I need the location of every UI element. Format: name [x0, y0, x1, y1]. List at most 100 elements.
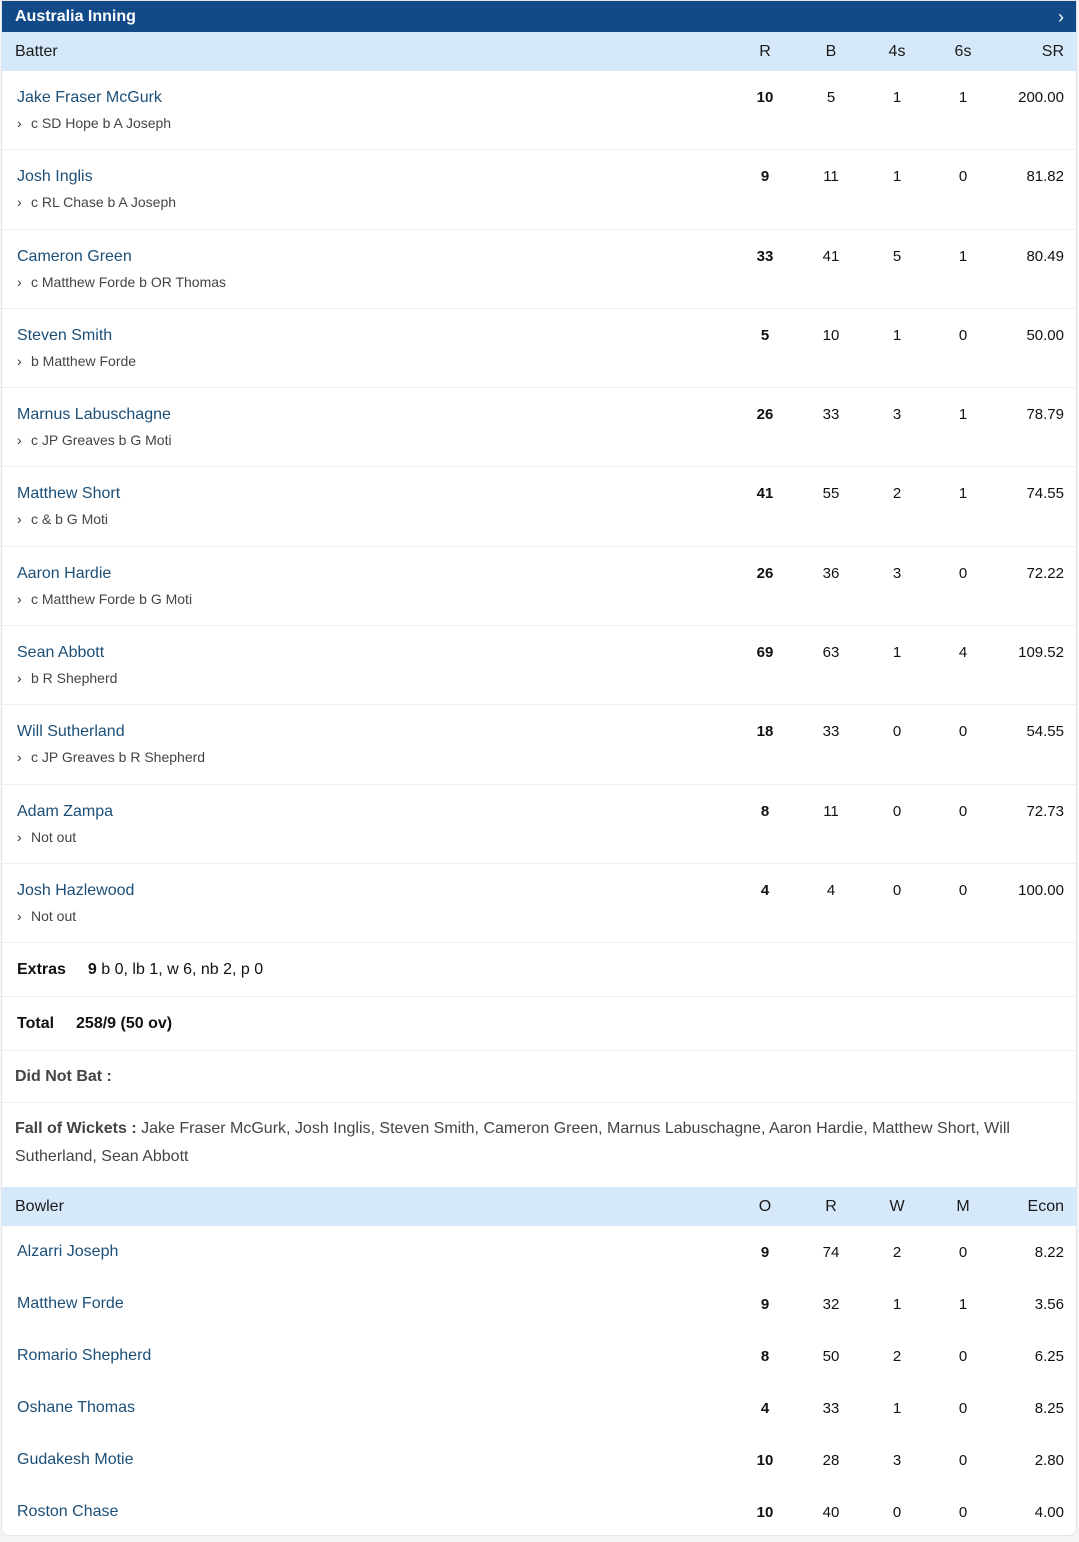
batter-runs: 10	[756, 89, 774, 106]
batter-name-link[interactable]: Steven Smith	[17, 326, 732, 346]
dismissal-toggle[interactable]: › Not out	[17, 828, 732, 846]
bowler-info: Roston Chase	[2, 1502, 732, 1522]
bowler-name-link[interactable]: Alzarri Joseph	[17, 1243, 118, 1260]
chevron-right-icon: ›	[17, 590, 22, 607]
batter-sixes: 0	[958, 326, 968, 344]
dismissal-toggle[interactable]: › c SD Hope b A Joseph	[17, 114, 732, 132]
bowler-runs: 40	[822, 1503, 840, 1521]
bowler-economy: 8.25	[1034, 1399, 1064, 1417]
batter-runs: 8	[760, 802, 770, 820]
bowler-economy: 3.56	[1034, 1295, 1064, 1313]
dismissal-toggle[interactable]: › Not out	[17, 907, 732, 925]
batter-runs: 33	[756, 247, 774, 265]
batter-balls: 11	[823, 168, 839, 186]
bowler-row: Alzarri Joseph 9 74 2 0 8.22	[2, 1226, 1076, 1278]
bowler-wickets: 0	[892, 1503, 902, 1521]
bowler-runs: 32	[822, 1295, 840, 1313]
chevron-right-icon: ›	[17, 670, 22, 687]
bowler-name-link[interactable]: Roston Chase	[17, 1503, 118, 1520]
dismissal-toggle[interactable]: › b Matthew Forde	[17, 352, 732, 370]
batter-runs: 5	[760, 326, 770, 344]
dismissal-toggle[interactable]: › c RL Chase b A Joseph	[17, 193, 732, 211]
bowler-name-link[interactable]: Oshane Thomas	[17, 1399, 135, 1416]
dismissal-toggle[interactable]: › c Matthew Forde b OR Thomas	[17, 273, 732, 291]
bowler-overs: 4	[760, 1399, 770, 1417]
dismissal-text: Not out	[31, 828, 77, 845]
batter-fours: 0	[892, 881, 902, 899]
batter-runs: 9	[760, 168, 770, 186]
bowler-row: Romario Shepherd 8 50 2 0 6.25	[2, 1330, 1076, 1382]
batter-fours: 3	[892, 406, 902, 424]
batter-sixes: 4	[958, 644, 968, 662]
dismissal-text: b Matthew Forde	[31, 352, 137, 369]
bowler-name-link[interactable]: Matthew Forde	[17, 1295, 124, 1312]
economy-column-header: Econ	[1027, 1197, 1064, 1215]
bowler-name-link[interactable]: Gudakesh Motie	[17, 1451, 134, 1468]
batter-name-link[interactable]: Sean Abbott	[17, 643, 732, 663]
bowler-economy: 2.80	[1034, 1451, 1064, 1469]
dismissal-toggle[interactable]: › c & b G Moti	[17, 510, 732, 528]
batter-strike-rate: 78.79	[1026, 406, 1064, 424]
batter-name-link[interactable]: Matthew Short	[17, 484, 732, 504]
bowling-header-row: Bowler O R W M Econ	[2, 1187, 1076, 1227]
batter-strike-rate: 200.00	[1018, 89, 1064, 106]
bowler-name-link[interactable]: Romario Shepherd	[17, 1347, 151, 1364]
batter-name-link[interactable]: Cameron Green	[17, 247, 732, 267]
dismissal-text: c RL Chase b A Joseph	[31, 194, 177, 211]
chevron-right-icon: ›	[17, 749, 22, 766]
batter-sixes: 0	[958, 168, 968, 186]
fall-of-wickets-row: Fall of Wickets : Jake Fraser McGurk, Jo…	[2, 1103, 1076, 1187]
batter-fours: 2	[892, 485, 902, 503]
batter-name-link[interactable]: Josh Inglis	[17, 167, 732, 187]
batter-balls: 5	[826, 89, 836, 106]
bowler-economy: 4.00	[1034, 1503, 1064, 1521]
batter-name-link[interactable]: Josh Hazlewood	[17, 881, 732, 901]
chevron-right-icon[interactable]: ›	[1058, 8, 1064, 26]
innings-header[interactable]: Australia Inning ›	[2, 1, 1076, 32]
batter-runs: 4	[760, 881, 770, 899]
batter-fours: 1	[892, 89, 902, 106]
bowler-overs: 10	[756, 1451, 774, 1469]
batter-row: Josh Inglis › c RL Chase b A Joseph 9 11 …	[2, 150, 1076, 230]
bowler-row: Gudakesh Motie 10 28 3 0 2.80	[2, 1434, 1076, 1486]
batter-sixes: 1	[958, 247, 968, 265]
batter-sixes: 1	[958, 89, 968, 106]
chevron-right-icon: ›	[17, 432, 22, 449]
bowling-table: Alzarri Joseph 9 74 2 0 8.22 Matthew For…	[2, 1226, 1076, 1535]
batter-name-link[interactable]: Aaron Hardie	[17, 564, 732, 584]
batter-sixes: 0	[958, 564, 968, 582]
bowler-wickets: 1	[892, 1295, 902, 1313]
dismissal-text: c Matthew Forde b OR Thomas	[31, 273, 227, 290]
batter-name-link[interactable]: Jake Fraser McGurk	[17, 88, 732, 108]
extras-total: 9	[87, 960, 97, 978]
bowler-runs: 74	[822, 1243, 840, 1261]
batter-name-link[interactable]: Adam Zampa	[17, 802, 732, 822]
batter-name-link[interactable]: Marnus Labuschagne	[17, 405, 732, 425]
fall-of-wickets-value: Jake Fraser McGurk, Josh Inglis, Steven …	[15, 1120, 1010, 1166]
dismissal-toggle[interactable]: › b R Shepherd	[17, 669, 732, 687]
dismissal-toggle[interactable]: › c Matthew Forde b G Moti	[17, 590, 732, 608]
dismissal-text: c SD Hope b A Joseph	[31, 115, 172, 131]
dismissal-toggle[interactable]: › c JP Greaves b G Moti	[17, 431, 732, 449]
batter-strike-rate: 50.00	[1026, 326, 1064, 344]
batter-balls: 10	[822, 326, 840, 344]
maidens-column-header: M	[956, 1197, 970, 1215]
batter-balls: 33	[822, 406, 840, 424]
bowler-wickets: 2	[892, 1243, 902, 1261]
bowler-row: Oshane Thomas 4 33 1 0 8.25	[2, 1382, 1076, 1434]
batter-balls: 36	[822, 564, 840, 582]
batter-row: Aaron Hardie › c Matthew Forde b G Moti 2…	[2, 547, 1076, 627]
batter-row: Adam Zampa › Not out 8 11 0 0 72.73	[2, 785, 1076, 864]
chevron-right-icon: ›	[17, 907, 22, 924]
extras-label: Extras	[17, 960, 66, 978]
batter-row: Matthew Short › c & b G Moti 41 55 2 1 74…	[2, 467, 1076, 547]
batter-fours: 5	[892, 247, 902, 265]
fall-of-wickets-label: Fall of Wickets :	[15, 1120, 137, 1138]
chevron-right-icon: ›	[17, 273, 22, 290]
batter-fours: 0	[892, 802, 902, 820]
batter-name-link[interactable]: Will Sutherland	[17, 722, 732, 742]
dismissal-toggle[interactable]: › c JP Greaves b R Shepherd	[17, 748, 732, 766]
batter-strike-rate: 81.82	[1026, 168, 1064, 186]
bowler-wickets: 2	[892, 1347, 902, 1365]
balls-column-header: B	[825, 42, 837, 60]
